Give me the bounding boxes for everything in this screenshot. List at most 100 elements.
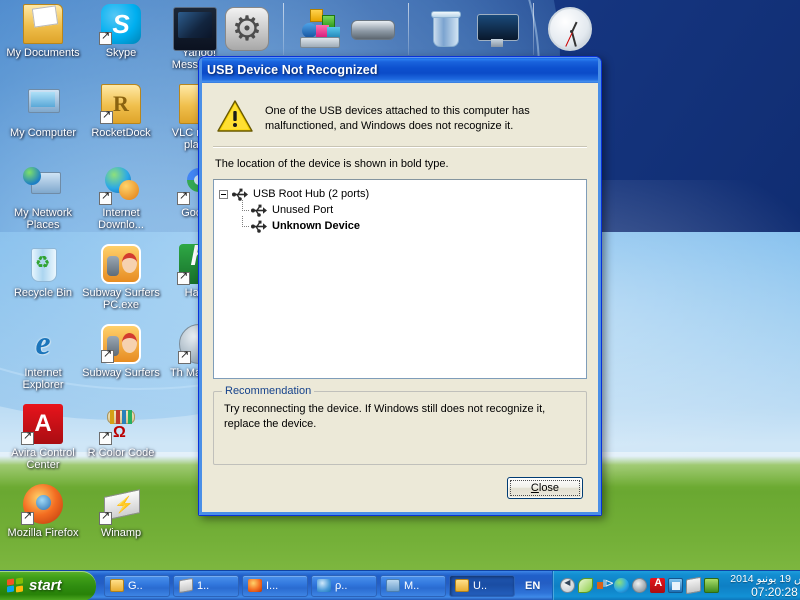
- desktop-icon-label: Internet Explorer: [22, 367, 64, 391]
- focus-rectangle: [510, 480, 580, 496]
- show-hidden-icons-icon[interactable]: [560, 578, 576, 593]
- shortcut-arrow-icon: [21, 510, 34, 525]
- desktop-icon-mozilla-firefox[interactable]: Mozilla Firefox: [4, 484, 82, 539]
- location-message: The location of the device is shown in b…: [215, 158, 449, 170]
- skype-icon: [99, 4, 141, 45]
- dialog-title: USB Device Not Recognized: [207, 63, 378, 77]
- usb-port-icon: [251, 204, 268, 217]
- desktop[interactable]: My DocumentsSkypeYahoo! MessengerMy Comp…: [0, 0, 800, 600]
- recommendation-message: Try reconnecting the device. If Windows …: [224, 403, 546, 430]
- usb-port-icon: [251, 220, 268, 233]
- recommendation-legend: Recommendation: [222, 385, 315, 397]
- divider: [213, 146, 587, 148]
- winamp-icon[interactable]: [686, 576, 702, 595]
- analog-clock-icon[interactable]: [548, 7, 592, 51]
- desktop-icon-r-color-code[interactable]: Ω R Color Code: [82, 404, 160, 459]
- green-app-icon[interactable]: [704, 578, 720, 593]
- desktop-icon-internet-explorer[interactable]: Internet Explorer: [4, 324, 82, 391]
- taskbar-clock[interactable]: الخميس 19 يونيو 2014 07:20:28 م: [722, 573, 800, 599]
- tree-node[interactable]: USB Root Hub (2 ports): [219, 186, 581, 202]
- desktop-icon-label: My Documents: [6, 47, 80, 59]
- shortcut-arrow-icon: [99, 430, 112, 445]
- tray-icon-list: [560, 576, 720, 595]
- network-icon: [23, 164, 63, 204]
- tree-collapse-icon[interactable]: [219, 189, 228, 199]
- mypc-icon: [23, 84, 63, 124]
- desktop-icon-label: RocketDock: [91, 127, 151, 139]
- shortcut-arrow-icon: [99, 30, 112, 45]
- rocket-icon: [100, 84, 141, 124]
- shortcut-arrow-icon: [178, 349, 191, 364]
- desktop-icon-my-documents[interactable]: My Documents: [4, 4, 82, 59]
- desktop-icon-subway-surfers-pc-exe[interactable]: Subway Surfers PC.exe: [82, 244, 160, 311]
- start-button-label: start: [29, 577, 62, 594]
- volume-icon[interactable]: [596, 576, 614, 593]
- shortcut-arrow-icon: [21, 430, 34, 445]
- ie-icon: [317, 579, 331, 592]
- rcolor-icon: Ω: [99, 404, 141, 445]
- desktop-icon-label: R Color Code: [87, 447, 155, 459]
- tree-node-label: USB Root Hub (2 ports): [253, 188, 370, 200]
- shortcut-arrow-icon: [99, 190, 112, 205]
- dock-separator: [533, 3, 534, 55]
- dialog-body: One of the USB devices attached to this …: [199, 83, 601, 515]
- warning-triangle-icon: [217, 100, 253, 133]
- language-indicator[interactable]: EN: [515, 580, 552, 592]
- usb-device-not-recognized-dialog[interactable]: USB Device Not Recognized One of the USB…: [198, 56, 602, 516]
- avira-antivirus-icon[interactable]: [650, 577, 666, 593]
- desktop-icon-avira-control-center[interactable]: Avira Control Center: [4, 404, 82, 471]
- tree-node[interactable]: Unused Port: [219, 200, 581, 218]
- download-manager-icon[interactable]: [614, 578, 630, 593]
- desktop-icon-label: Subway Surfers: [82, 367, 160, 379]
- taskbar-button[interactable]: 1..: [173, 574, 239, 597]
- winamp-icon: [99, 484, 141, 525]
- clock-date: الخميس 19 يونيو 2014: [730, 572, 800, 585]
- blue-app-icon[interactable]: [668, 578, 684, 593]
- taskbar-button[interactable]: M..: [380, 574, 446, 597]
- clock-time: 07:20:28 م: [751, 584, 800, 599]
- start-button[interactable]: start: [0, 570, 96, 600]
- close-button[interactable]: Close: [507, 477, 583, 499]
- desktop-icon-rocketdock[interactable]: RocketDock: [82, 84, 160, 139]
- desktop-icon-my-computer[interactable]: My Computer: [4, 84, 82, 139]
- taskbar-button[interactable]: I...: [242, 574, 308, 597]
- external-drive-icon[interactable]: [350, 7, 395, 51]
- desktop-icon-label: Recycle Bin: [13, 287, 73, 299]
- desktop-icon-label: My Computer: [9, 127, 77, 139]
- system-tray[interactable]: الخميس 19 يونيو 2014 07:20:28 م: [552, 570, 800, 600]
- desktop-icon-label: Mozilla Firefox: [7, 527, 79, 539]
- desktop-icon-recycle-bin[interactable]: Recycle Bin: [4, 244, 82, 299]
- mydocs-icon: [23, 4, 63, 44]
- applications-stack-icon[interactable]: [298, 7, 342, 51]
- desktop-dock[interactable]: [162, 0, 632, 58]
- device-tree[interactable]: USB Root Hub (2 ports) Unused Port Unkno…: [213, 179, 587, 379]
- trash-bin-icon[interactable]: [423, 7, 467, 51]
- desktop-icon-skype[interactable]: Skype: [82, 4, 160, 59]
- msg-icon: [386, 579, 400, 592]
- idm-icon: [99, 164, 141, 205]
- tree-node[interactable]: Unknown Device: [219, 216, 581, 234]
- desktop-icon-internet-downlo[interactable]: Internet Downlo...: [82, 164, 160, 231]
- shortcut-arrow-icon: [99, 510, 112, 525]
- dialog-titlebar[interactable]: USB Device Not Recognized: [199, 57, 601, 83]
- taskbar[interactable]: start G.. 1.. I... ρ.. M.. U.. EN الخميس 19 ي…: [0, 570, 800, 600]
- warning-message: One of the USB devices attached to this …: [265, 105, 530, 132]
- desktop-icon-label: Internet Downlo...: [98, 207, 144, 231]
- settings-gear-icon[interactable]: [225, 7, 269, 51]
- green-leaf-icon[interactable]: [578, 578, 594, 593]
- desktop-icon-label: Winamp: [100, 527, 142, 539]
- monitor-icon[interactable]: [173, 7, 217, 51]
- taskbar-button-label: U..: [473, 579, 488, 592]
- desktop-icon-subway-surfers[interactable]: Subway Surfers: [82, 324, 160, 379]
- tree-node-label: Unused Port: [272, 204, 334, 216]
- taskbar-button[interactable]: ρ..: [311, 574, 377, 597]
- taskbar-button[interactable]: G..: [104, 574, 170, 597]
- desktop-icon-winamp[interactable]: Winamp: [82, 484, 160, 539]
- desktop-icon-my-network-places[interactable]: My Network Places: [4, 164, 82, 231]
- taskbar-button[interactable]: U..: [449, 574, 515, 597]
- dock-separator: [408, 3, 409, 55]
- disc-icon[interactable]: [632, 578, 648, 593]
- display-icon[interactable]: [475, 7, 519, 51]
- desktop-icon-label: Skype: [105, 47, 137, 59]
- taskbar-buttons: G.. 1.. I... ρ.. M.. U..: [96, 574, 515, 597]
